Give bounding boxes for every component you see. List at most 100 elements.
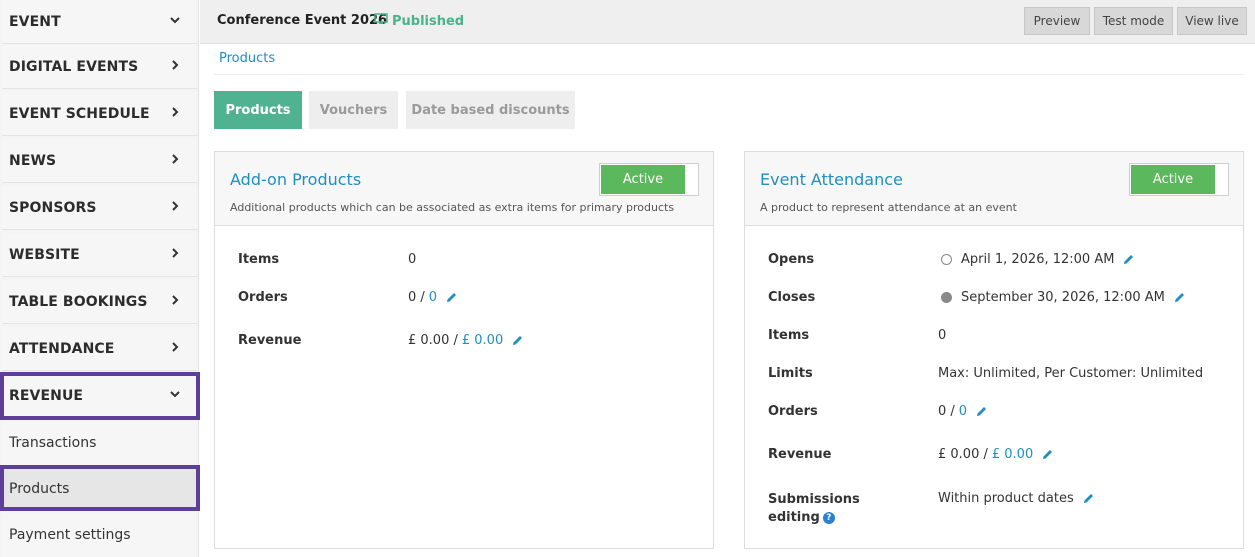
opens-value: April 1, 2026, 12:00 AM (941, 252, 1136, 267)
sidebar-subitem-products[interactable]: Products (2, 467, 197, 511)
sidebar: EVENT DIGITAL EVENTS EVENT SCHEDULE NEWS… (0, 0, 199, 557)
sidebar-item-sponsors[interactable]: SPONSORS (2, 186, 197, 230)
items-value-text: 0 (938, 328, 947, 343)
revenue-label: Revenue (768, 447, 832, 462)
sidebar-subitem-label: Products (9, 481, 70, 497)
submissions-editing-label: Submissions editing? (768, 491, 860, 527)
opens-label: Opens (768, 252, 815, 267)
submissions-value: Within product dates (938, 491, 1096, 506)
breadcrumb[interactable]: Products (219, 51, 275, 66)
sidebar-subitem-transactions[interactable]: Transactions (2, 421, 197, 465)
items-label: Items (768, 328, 810, 343)
sidebar-subitem-payment-settings[interactable]: Payment settings (2, 513, 197, 557)
sidebar-item-label: EVENT (9, 13, 61, 30)
pencil-icon[interactable] (445, 291, 459, 305)
sidebar-item-label: TABLE BOOKINGS (9, 293, 148, 310)
items-value: 0 (408, 252, 416, 267)
orders-value: 0 / 0 (938, 404, 989, 419)
preview-button[interactable]: Preview (1024, 7, 1090, 35)
orders-value: 0 / 0 (408, 290, 459, 305)
view-live-button[interactable]: View live (1177, 7, 1247, 35)
chevron-right-icon (169, 106, 181, 122)
sidebar-item-label: EVENT SCHEDULE (9, 105, 150, 122)
chevron-right-icon (169, 341, 181, 357)
sidebar-item-label: ATTENDANCE (9, 340, 115, 357)
sidebar-item-label: NEWS (9, 152, 57, 169)
chevron-right-icon (169, 59, 181, 75)
sidebar-item-label: SPONSORS (9, 199, 97, 216)
monitor-icon (374, 13, 388, 29)
chevron-right-icon (169, 153, 181, 169)
revenue-link[interactable]: £ 0.00 (462, 333, 503, 348)
limits-label: Limits (768, 366, 813, 381)
pencil-icon[interactable] (1173, 291, 1187, 305)
pencil-icon[interactable] (975, 405, 989, 419)
submissions-label-line2: editing? (768, 509, 860, 527)
card-header: Event Attendance A product to represent … (745, 152, 1243, 226)
chevron-right-icon (169, 247, 181, 263)
tab-products[interactable]: Products (214, 91, 302, 129)
sidebar-item-table-bookings[interactable]: TABLE BOOKINGS (2, 280, 197, 324)
chevron-down-icon (169, 14, 181, 30)
chevron-right-icon (169, 200, 181, 216)
active-toggle[interactable]: Active (1129, 163, 1229, 196)
submissions-value-text: Within product dates (938, 491, 1074, 506)
card-title[interactable]: Event Attendance (760, 170, 903, 189)
tab-vouchers[interactable]: Vouchers (309, 91, 398, 129)
toggle-label: Active (601, 165, 685, 194)
closes-value: September 30, 2026, 12:00 AM (941, 290, 1187, 305)
sidebar-item-attendance[interactable]: ATTENDANCE (2, 327, 197, 371)
sidebar-subitem-label: Payment settings (9, 527, 131, 543)
top-bar: Conference Event 2026 Published Preview … (200, 0, 1255, 44)
opens-value-text: April 1, 2026, 12:00 AM (961, 252, 1115, 267)
status-text: Published (392, 13, 465, 29)
orders-link[interactable]: 0 (959, 404, 967, 419)
revenue-value-text: £ 0.00 / (938, 447, 988, 462)
closes-label: Closes (768, 290, 816, 305)
revenue-link[interactable]: £ 0.00 (992, 447, 1033, 462)
chevron-down-icon (169, 388, 181, 404)
limits-value: Max: Unlimited, Per Customer: Unlimited (938, 366, 1203, 381)
sidebar-item-event[interactable]: EVENT (2, 0, 197, 44)
items-label: Items (238, 252, 280, 267)
revenue-value-text: £ 0.00 / (408, 333, 458, 348)
orders-link[interactable]: 0 (429, 290, 437, 305)
sidebar-subitem-label: Transactions (9, 435, 97, 451)
sidebar-item-revenue[interactable]: REVENUE (2, 374, 197, 418)
card-header: Add-on Products Additional products whic… (215, 152, 713, 226)
limits-value-text: Max: Unlimited, Per Customer: Unlimited (938, 366, 1204, 381)
orders-value-text: 0 / (408, 290, 425, 305)
card-title[interactable]: Add-on Products (230, 170, 361, 189)
orders-label: Orders (238, 290, 288, 305)
pencil-icon[interactable] (1082, 492, 1096, 506)
revenue-value: £ 0.00 / £ 0.00 (938, 447, 1055, 462)
radio-filled-icon (941, 292, 952, 303)
submissions-label-line2-text: editing (768, 510, 820, 525)
chevron-right-icon (169, 294, 181, 310)
sidebar-item-digital-events[interactable]: DIGITAL EVENTS (2, 45, 197, 89)
active-toggle[interactable]: Active (599, 163, 699, 196)
addon-products-card: Add-on Products Additional products whic… (214, 151, 714, 549)
sidebar-item-news[interactable]: NEWS (2, 139, 197, 183)
sidebar-item-event-schedule[interactable]: EVENT SCHEDULE (2, 92, 197, 136)
radio-empty-icon (941, 254, 952, 265)
orders-value-text: 0 / (938, 404, 955, 419)
sidebar-item-website[interactable]: WEBSITE (2, 233, 197, 277)
revenue-label: Revenue (238, 333, 302, 348)
pencil-icon[interactable] (511, 334, 525, 348)
help-icon[interactable]: ? (822, 511, 835, 524)
revenue-value: £ 0.00 / £ 0.00 (408, 333, 525, 348)
test-mode-button[interactable]: Test mode (1094, 7, 1173, 35)
tab-date-based-discounts[interactable]: Date based discounts (406, 91, 575, 129)
orders-label: Orders (768, 404, 818, 419)
event-attendance-card: Event Attendance A product to represent … (744, 151, 1244, 549)
status-badge: Published (374, 13, 464, 29)
pencil-icon[interactable] (1122, 253, 1136, 267)
card-subtitle: Additional products which can be associa… (230, 201, 675, 214)
card-subtitle: A product to represent attendance at an … (760, 201, 1017, 214)
items-value: 0 (938, 328, 946, 343)
submissions-label-line1: Submissions (768, 492, 860, 507)
pencil-icon[interactable] (1041, 448, 1055, 462)
sidebar-item-label: WEBSITE (9, 246, 80, 263)
sidebar-item-label: DIGITAL EVENTS (9, 58, 139, 75)
